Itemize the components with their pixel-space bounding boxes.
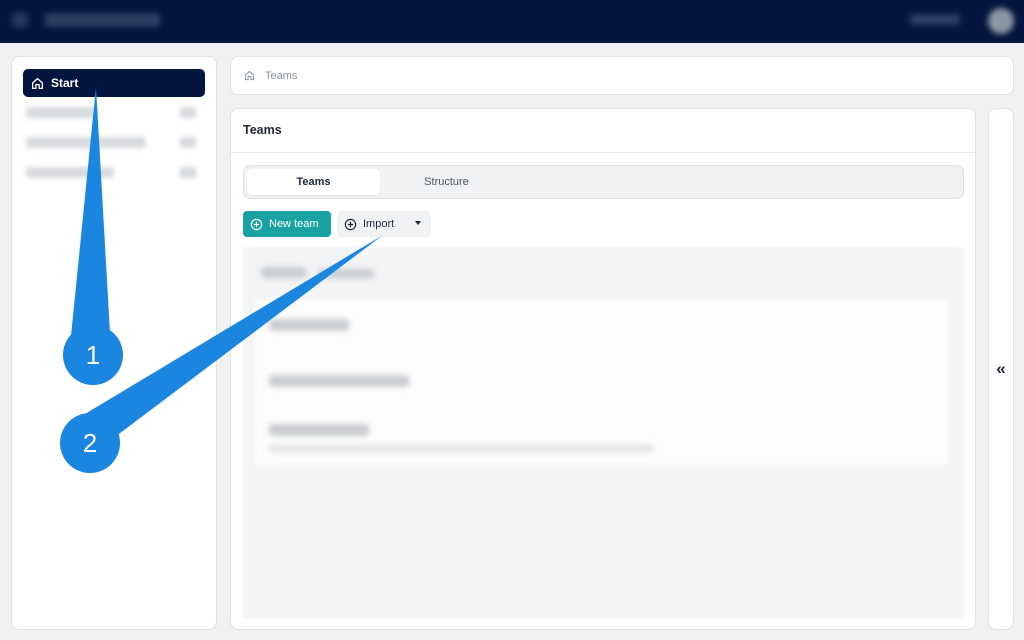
divider xyxy=(231,152,975,153)
new-team-label: New team xyxy=(269,218,319,230)
plus-circle-icon xyxy=(344,218,357,230)
plus-circle-icon xyxy=(250,218,263,230)
import-button[interactable]: Import xyxy=(337,211,431,237)
home-icon xyxy=(31,77,44,89)
list-header-blurred xyxy=(261,267,306,278)
tab-teams[interactable]: Teams xyxy=(247,169,380,195)
tab-bar: Teams Structure xyxy=(243,165,964,199)
list-item[interactable] xyxy=(269,375,409,387)
home-icon[interactable] xyxy=(244,70,255,81)
sidebar-item-count-blurred xyxy=(180,167,196,178)
page-title: Teams xyxy=(243,123,282,137)
import-label: Import xyxy=(363,218,395,230)
caret-down-icon[interactable] xyxy=(415,221,421,225)
sidebar-item-count-blurred xyxy=(180,107,196,118)
sidebar-item-count-blurred xyxy=(180,137,196,148)
sidebar-item-label: Start xyxy=(51,76,79,90)
list-item[interactable] xyxy=(269,319,349,331)
sidebar-item-start[interactable]: Start xyxy=(23,69,205,97)
breadcrumb: Teams xyxy=(230,56,1014,95)
teams-panel: Teams Teams Structure New team Import xyxy=(230,108,976,630)
menu-icon[interactable] xyxy=(12,13,28,27)
new-team-button[interactable]: New team xyxy=(243,211,331,237)
sidebar-item-blurred[interactable] xyxy=(26,167,114,178)
sidebar-item-blurred[interactable] xyxy=(26,137,146,148)
breadcrumb-current: Teams xyxy=(265,69,298,82)
sidebar-item-blurred[interactable] xyxy=(26,107,96,118)
app-brand xyxy=(45,13,160,27)
top-navigation-bar xyxy=(0,0,1024,43)
list-header-blurred xyxy=(319,269,374,278)
double-chevron-left-icon: « xyxy=(996,359,1006,378)
list-item-description xyxy=(269,445,654,452)
avatar[interactable] xyxy=(988,8,1014,34)
collapse-panel-button[interactable]: « xyxy=(988,108,1014,630)
list-item[interactable] xyxy=(269,424,369,436)
user-name[interactable] xyxy=(910,14,960,25)
tab-structure[interactable]: Structure xyxy=(380,169,513,195)
sidebar: Start xyxy=(11,56,217,630)
